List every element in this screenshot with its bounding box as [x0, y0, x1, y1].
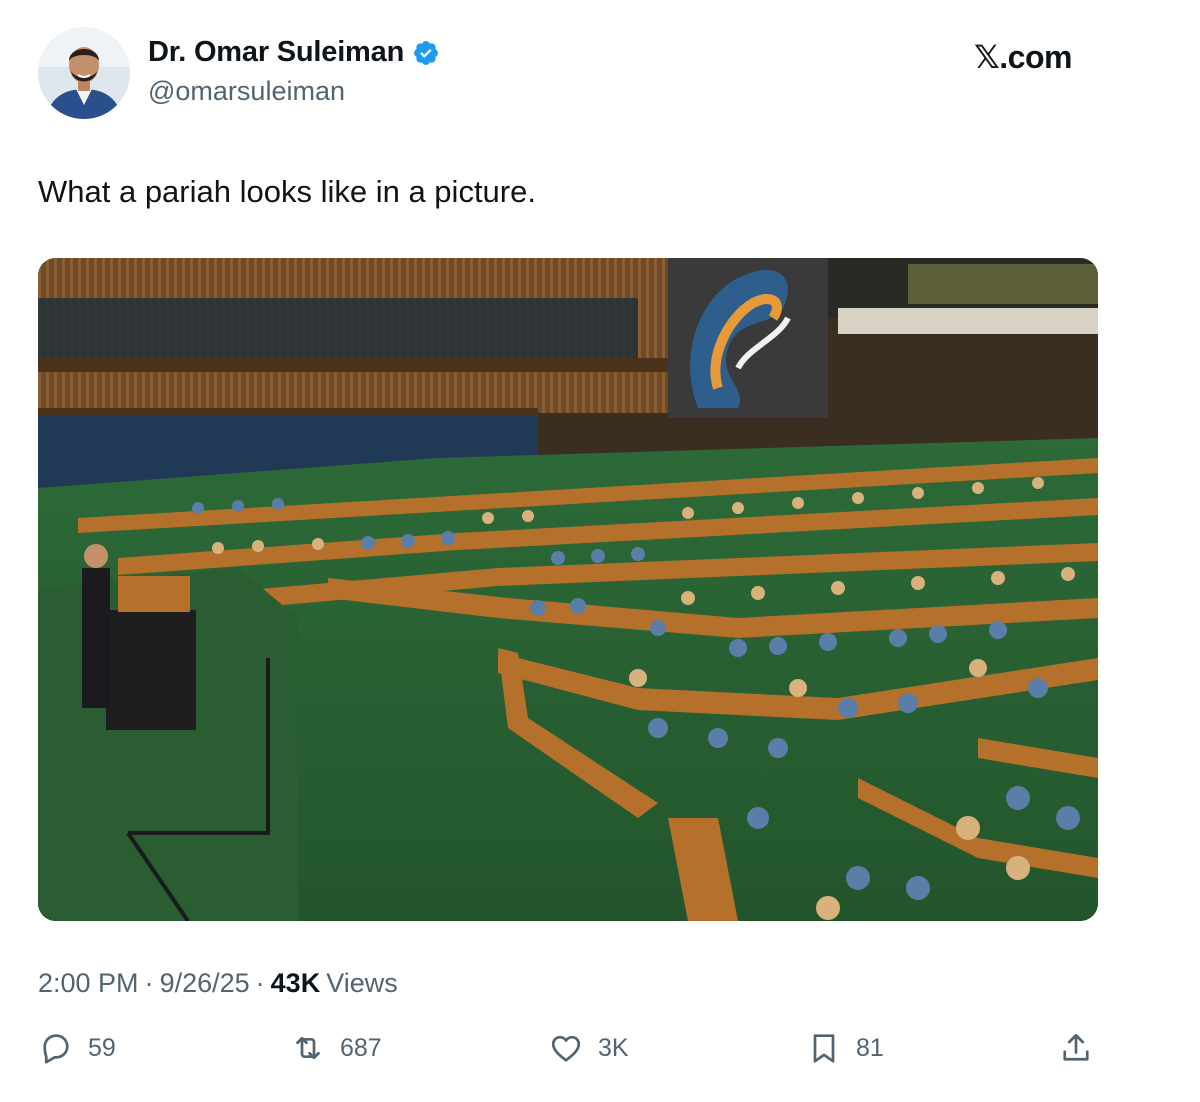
tweet-actions: 59 687 3K 81	[0, 1030, 1200, 1074]
repost-icon	[296, 1036, 320, 1060]
bookmark-count: 81	[856, 1033, 884, 1062]
tweet-date[interactable]: 9/26/25	[160, 968, 250, 999]
author-avatar[interactable]	[38, 27, 130, 119]
reply-count: 59	[88, 1033, 116, 1062]
bookmark-icon	[813, 1034, 835, 1063]
share-button[interactable]	[1058, 1030, 1094, 1066]
author-handle[interactable]: @omarsuleiman	[148, 76, 345, 107]
views-label: Views	[326, 968, 398, 998]
site-label: 𝕏.com	[974, 39, 1072, 75]
tweet-text: What a pariah looks like in a picture.	[38, 174, 536, 209]
heart-icon	[551, 1035, 581, 1062]
reply-button[interactable]: 59	[38, 1030, 116, 1066]
avatar-photo	[38, 27, 130, 119]
reply-icon	[43, 1034, 69, 1064]
assembly-hall-photo	[38, 258, 1098, 921]
repost-count: 687	[340, 1033, 382, 1062]
tweet-time[interactable]: 2:00 PM	[38, 968, 139, 999]
views-count: 43K	[270, 968, 321, 998]
author-display-name[interactable]: Dr. Omar Suleiman	[148, 36, 404, 69]
like-count: 3K	[598, 1033, 629, 1062]
meta-separator: ·	[144, 968, 154, 998]
repost-button[interactable]: 687	[290, 1030, 382, 1066]
tweet-media-photo[interactable]	[38, 258, 1098, 921]
like-button[interactable]: 3K	[548, 1030, 629, 1066]
share-icon	[1063, 1033, 1089, 1061]
bookmark-button[interactable]: 81	[806, 1030, 884, 1066]
meta-separator: ·	[255, 968, 265, 998]
tweet-meta: 2:00 PM · 9/26/25 · 43K Views	[38, 968, 398, 999]
author-name-row[interactable]: Dr. Omar Suleiman	[148, 36, 440, 69]
verified-badge-icon	[414, 40, 439, 65]
